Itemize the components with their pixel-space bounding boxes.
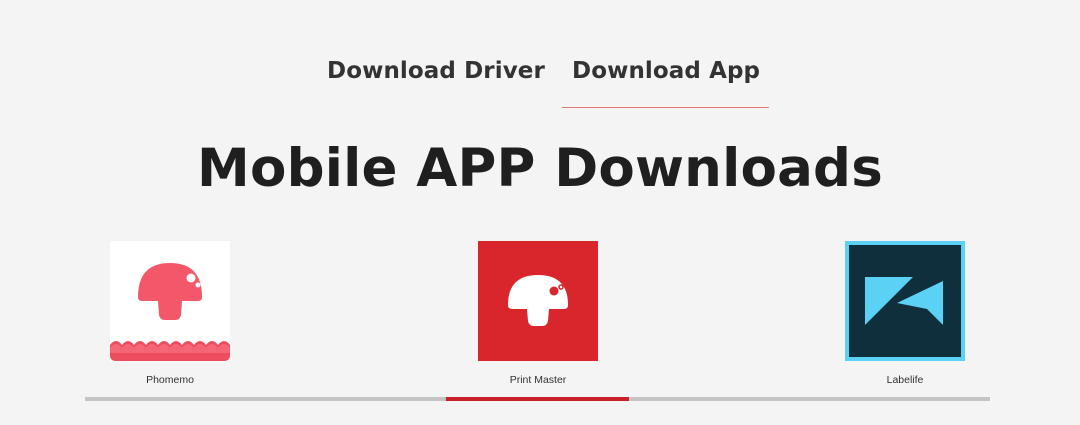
- print-master-mushroom-icon[interactable]: [478, 241, 598, 361]
- app-name-print-master: Print Master: [509, 374, 567, 386]
- app-card-print-master[interactable]: Print Master: [478, 241, 598, 386]
- carousel-scroll-thumb[interactable]: [446, 397, 629, 401]
- app-name-phomemo: Phomemo: [146, 374, 194, 386]
- active-tab-underline: [562, 107, 769, 108]
- carousel-scrollbar[interactable]: [85, 397, 990, 401]
- labelife-logo-icon[interactable]: [845, 241, 965, 361]
- phomemo-mushroom-icon[interactable]: [110, 241, 230, 361]
- page-title: Mobile APP Downloads: [197, 138, 883, 199]
- app-card-labelife[interactable]: Labelife: [845, 241, 965, 386]
- app-card-phomemo[interactable]: Phomemo: [110, 241, 230, 386]
- app-name-labelife: Labelife: [886, 374, 924, 386]
- app-download-section: Download Driver Download App Mobile APP …: [0, 0, 1080, 425]
- tab-download-driver[interactable]: Download Driver: [327, 58, 545, 84]
- download-tabs: Download Driver Download App: [0, 58, 1080, 110]
- tab-download-app[interactable]: Download App: [572, 58, 760, 84]
